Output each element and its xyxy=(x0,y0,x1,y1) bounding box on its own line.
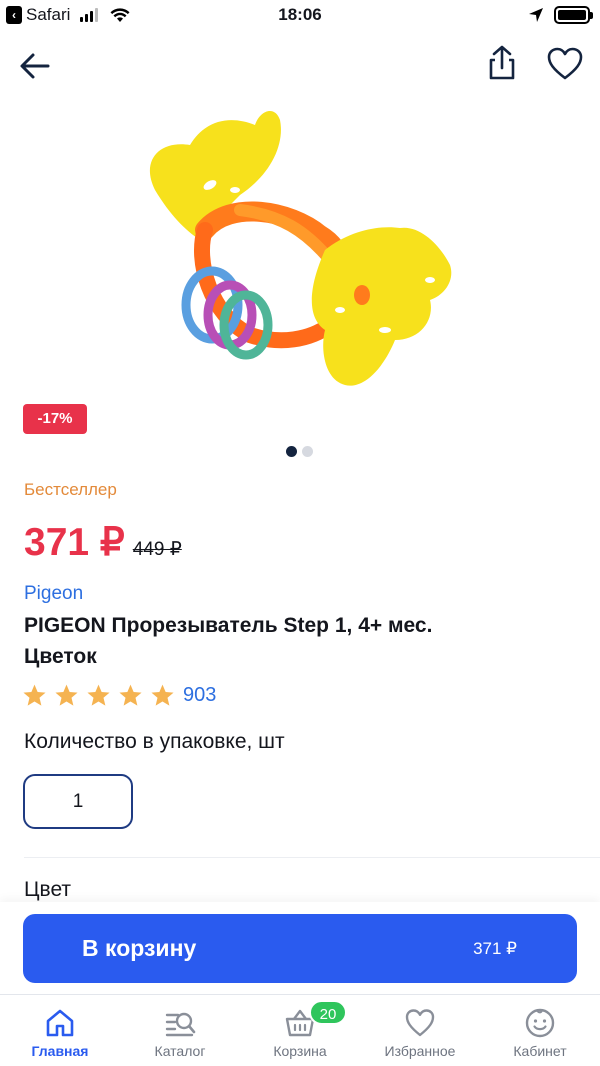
catalog-search-icon xyxy=(165,1012,196,1037)
smiley-face-icon xyxy=(525,1008,555,1038)
tab-favorites[interactable]: Избранное xyxy=(360,995,480,1066)
image-pager-dots[interactable] xyxy=(286,446,313,457)
star-icon xyxy=(55,684,78,706)
cart-count-badge: 20 xyxy=(309,1000,347,1025)
tab-account-label: Кабинет xyxy=(513,1043,567,1059)
product-title: PIGEON Прорезыватель Step 1, 4+ мес. Цве… xyxy=(24,614,433,668)
bestseller-label: Бестселлер xyxy=(24,480,117,499)
quantity-label: Количество в упаковке, шт xyxy=(24,730,285,753)
star-icon xyxy=(87,684,110,706)
tab-account[interactable]: Кабинет xyxy=(480,995,600,1066)
add-to-cart-bar: В корзину 371 ₽ xyxy=(0,902,600,994)
tab-home[interactable]: Главная xyxy=(0,995,120,1066)
rating-count[interactable]: 903 xyxy=(183,684,216,707)
old-price: 449 ₽ xyxy=(132,539,182,560)
tab-catalog-label: Каталог xyxy=(154,1043,206,1059)
color-label: Цвет xyxy=(24,878,72,901)
price-row: 371 ₽ 449 ₽ xyxy=(24,520,182,565)
star-icon xyxy=(23,684,46,706)
pager-dot-active[interactable] xyxy=(286,446,297,457)
discount-badge: -17% xyxy=(23,404,87,434)
divider xyxy=(24,857,600,858)
heart-icon xyxy=(405,1009,435,1037)
home-icon xyxy=(46,1009,74,1037)
quantity-option[interactable]: 1 xyxy=(23,774,133,829)
favorite-heart-icon[interactable] xyxy=(546,46,584,82)
back-arrow-icon[interactable] xyxy=(18,48,54,84)
star-icon xyxy=(151,684,174,706)
tab-favorites-label: Избранное xyxy=(384,1043,456,1059)
pager-dot[interactable] xyxy=(302,446,313,457)
location-arrow-icon xyxy=(529,8,543,22)
status-bar: ‹ Safari 18:06 xyxy=(0,0,600,32)
product-image[interactable] xyxy=(130,100,470,400)
share-icon[interactable] xyxy=(484,44,520,82)
brand-link[interactable]: Pigeon xyxy=(24,583,83,605)
tab-bar: Главная Каталог Корзина Избранное Кабине… xyxy=(0,994,600,1066)
star-icon xyxy=(119,684,142,706)
add-to-cart-button[interactable]: В корзину 371 ₽ xyxy=(23,914,577,983)
battery-icon xyxy=(554,6,593,24)
add-to-cart-amount: 371 ₽ xyxy=(473,939,517,958)
current-price: 371 ₽ xyxy=(24,521,125,564)
tab-home-label: Главная xyxy=(31,1043,89,1059)
rating[interactable]: 903 xyxy=(22,683,216,708)
tab-catalog[interactable]: Каталог xyxy=(120,995,240,1066)
status-time: 18:06 xyxy=(278,5,322,24)
tab-cart-label: Корзина xyxy=(273,1043,327,1059)
add-to-cart-label: В корзину xyxy=(82,935,197,961)
